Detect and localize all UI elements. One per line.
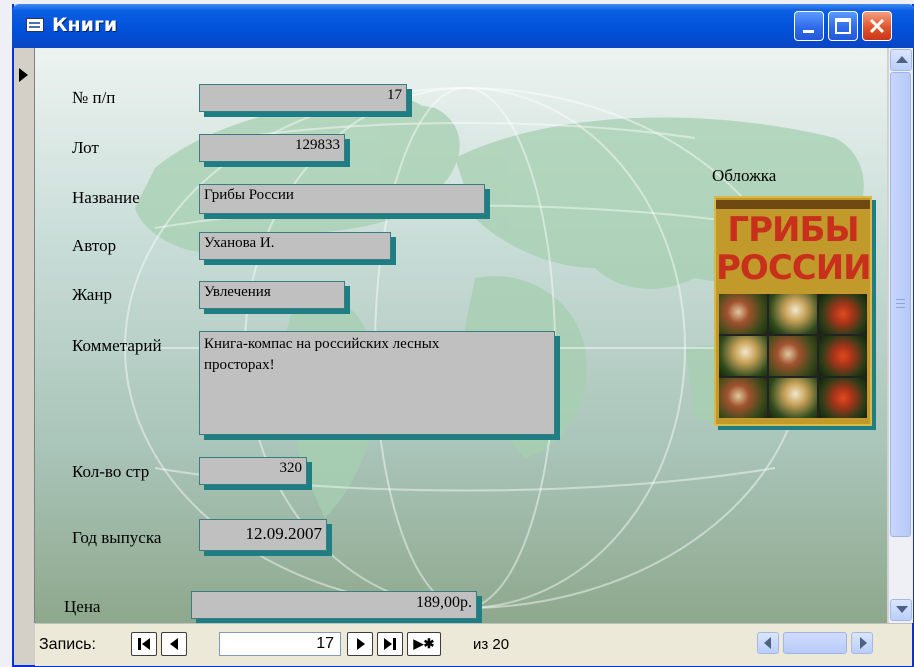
- current-record-arrow-icon: [19, 68, 28, 82]
- chevron-left-icon: [764, 637, 771, 649]
- close-button[interactable]: [862, 11, 892, 41]
- form-detail-section: № п/п 17 Лот 129833 Название Грибы Росси…: [35, 48, 887, 623]
- record-selector[interactable]: [14, 48, 35, 623]
- minimize-button[interactable]: [794, 11, 824, 41]
- cover-title-line1: ГРИБЫ: [727, 210, 859, 250]
- first-record-button[interactable]: [131, 632, 157, 656]
- form-icon: [26, 18, 44, 32]
- label-lot: Лот: [72, 138, 99, 157]
- scroll-thumb[interactable]: [890, 72, 911, 537]
- field-comment[interactable]: Книга-компас на российских лесных просто…: [199, 331, 555, 435]
- chevron-up-icon: [896, 56, 908, 63]
- field-record-no[interactable]: 17: [199, 84, 407, 112]
- field-page-count[interactable]: 320: [199, 457, 307, 485]
- label-title: Название: [72, 188, 140, 207]
- previous-record-button[interactable]: [161, 632, 187, 656]
- current-record-input[interactable]: 17: [219, 632, 341, 656]
- window-title: Книги: [52, 14, 118, 36]
- horizontal-scrollbar[interactable]: [757, 632, 873, 656]
- cover-image[interactable]: ГРИБЫ РОССИИ: [714, 196, 872, 426]
- field-title[interactable]: Грибы России: [199, 184, 485, 214]
- cover-header-band: [716, 200, 870, 209]
- chevron-down-icon: [896, 606, 908, 613]
- last-record-button[interactable]: [377, 632, 403, 656]
- label-genre: Жанр: [72, 285, 112, 304]
- vertical-scrollbar[interactable]: [888, 48, 913, 623]
- scroll-right-button[interactable]: [851, 632, 873, 654]
- field-author[interactable]: Уханова И.: [199, 232, 391, 260]
- previous-record-icon: [170, 638, 178, 650]
- scroll-down-button[interactable]: [890, 599, 912, 621]
- scroll-up-button[interactable]: [890, 49, 912, 71]
- label-record-no: № п/п: [72, 88, 116, 107]
- label-page-count: Кол-во стр: [72, 462, 150, 481]
- maximize-button[interactable]: [828, 11, 858, 41]
- record-count: из 20: [473, 636, 510, 653]
- cover-mushroom-photos: [719, 294, 867, 418]
- label-price: Цена: [64, 597, 101, 616]
- next-record-button[interactable]: [347, 632, 373, 656]
- field-genre[interactable]: Увлечения: [199, 281, 345, 309]
- field-price[interactable]: 189,00р.: [191, 591, 477, 619]
- label-release-date: Год выпуска: [72, 528, 162, 547]
- minimize-icon: [803, 30, 814, 33]
- field-lot[interactable]: 129833: [199, 134, 345, 162]
- chevron-right-icon: [860, 637, 867, 649]
- label-comment: Комметарий: [72, 336, 162, 355]
- new-record-icon: ▶✱: [413, 636, 435, 651]
- title-bar[interactable]: Книги: [12, 4, 914, 48]
- scroll-left-button[interactable]: [757, 632, 779, 654]
- record-navigation-bar: Запись: 17 ▶✱ из 20: [35, 623, 912, 666]
- horizontal-scroll-thumb[interactable]: [783, 632, 847, 654]
- label-cover: Обложка: [712, 166, 777, 185]
- record-label: Запись:: [39, 636, 96, 653]
- next-record-icon: [357, 638, 365, 650]
- cover-title-line2: РОССИИ: [716, 248, 871, 288]
- new-record-button[interactable]: ▶✱: [407, 632, 441, 656]
- field-release-date[interactable]: 12.09.2007: [199, 519, 327, 551]
- maximize-icon: [835, 18, 851, 34]
- access-form-window: Книги № п/п 17 Лот 129833 Название Грибы…: [12, 4, 914, 667]
- close-icon: [869, 18, 885, 34]
- label-author: Автор: [72, 236, 117, 255]
